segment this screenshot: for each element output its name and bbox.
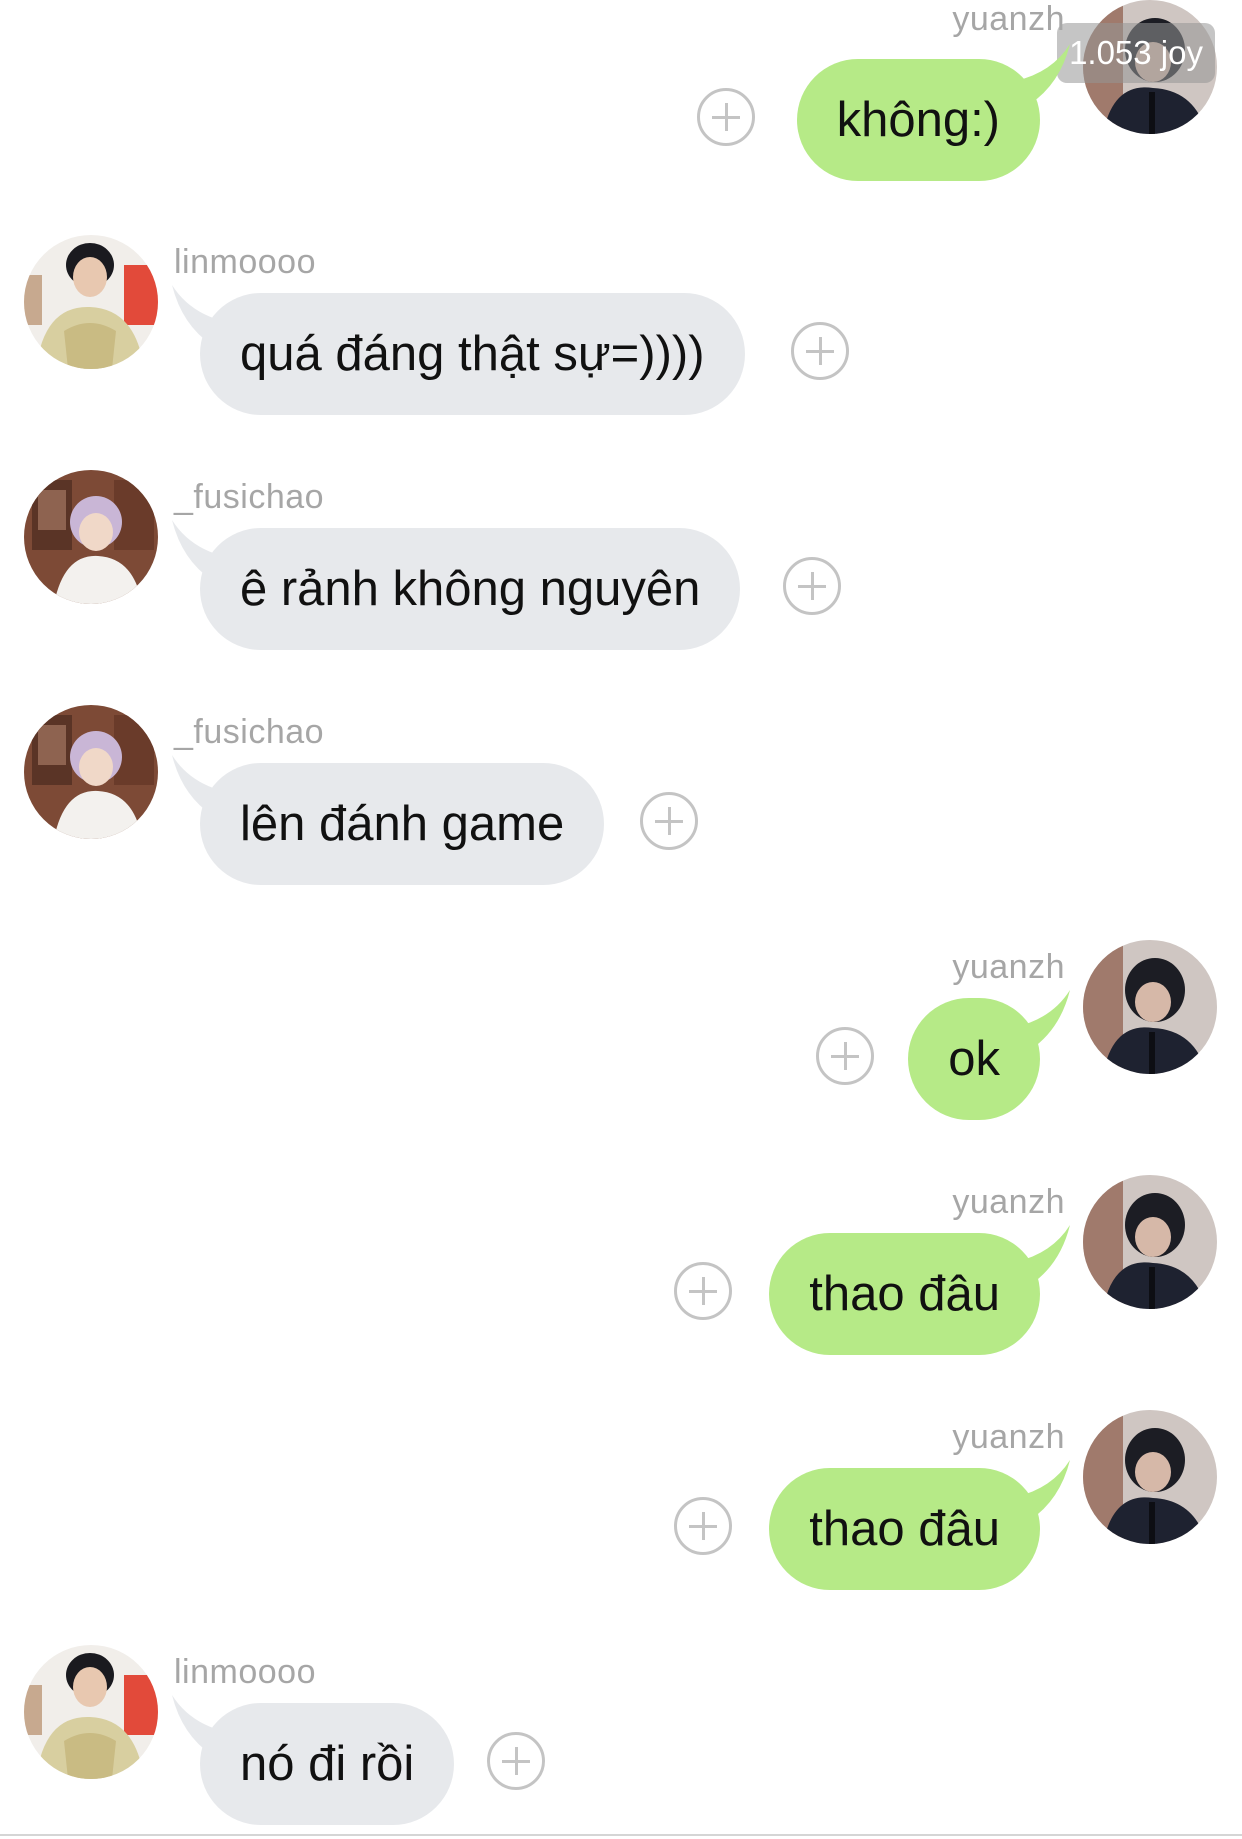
message-row: yuanzh thao đâu (0, 1410, 1242, 1590)
message-bubble[interactable]: không:) (796, 59, 1040, 181)
message-bubble[interactable]: thao đâu (769, 1233, 1040, 1355)
sender-name: yuanzh (952, 948, 1065, 986)
sender-name: yuanzh (952, 1418, 1065, 1456)
message-row: 1.053 joy yuanzh không:) (0, 0, 1242, 181)
avatar[interactable] (1083, 1410, 1217, 1544)
avatar-fusichao-image (24, 705, 158, 839)
avatar[interactable] (24, 470, 158, 604)
message-bubble[interactable]: thao đâu (769, 1468, 1040, 1590)
sender-name: _fusichao (174, 713, 325, 751)
chat-thread: 1.053 joy yuanzh không:) linmoooo quá đá… (0, 0, 1242, 1839)
avatar[interactable] (24, 1645, 158, 1779)
reaction-counter: 1.053 joy (1057, 23, 1215, 83)
avatar-yuanzh-image (1083, 1410, 1217, 1544)
sender-name: _fusichao (174, 478, 325, 516)
message-row: linmoooo quá đáng thật sự=)))) (0, 235, 1242, 415)
message-bubble[interactable]: nó đi rồi (200, 1703, 455, 1825)
avatar[interactable] (1083, 940, 1217, 1074)
message-row: _fusichao ê rảnh không nguyên (0, 470, 1242, 650)
sender-name: linmoooo (174, 243, 316, 281)
sender-name: yuanzh (952, 0, 1065, 38)
message-bubble[interactable]: ê rảnh không nguyên (200, 528, 741, 650)
avatar[interactable] (24, 705, 158, 839)
message-row: yuanzh ok (0, 940, 1242, 1120)
avatar-linmoooo-image (24, 1645, 158, 1779)
message-row: linmoooo nó đi rồi (0, 1645, 1242, 1825)
avatar-linmoooo-image (24, 235, 158, 369)
avatar[interactable] (1083, 1175, 1217, 1309)
plus-circle-icon[interactable] (674, 1262, 732, 1320)
message-bubble[interactable]: lên đánh game (200, 763, 605, 885)
avatar[interactable] (24, 235, 158, 369)
message-bubble[interactable]: ok (908, 998, 1040, 1120)
sender-name: linmoooo (174, 1653, 316, 1691)
avatar-yuanzh-image (1083, 940, 1217, 1074)
message-row: _fusichao lên đánh game (0, 705, 1242, 885)
message-bubble[interactable]: quá đáng thật sự=)))) (200, 293, 745, 415)
avatar-yuanzh-image (1083, 1175, 1217, 1309)
plus-circle-icon[interactable] (783, 557, 841, 615)
message-row: yuanzh thao đâu (0, 1175, 1242, 1355)
plus-circle-icon[interactable] (640, 792, 698, 850)
avatar-fusichao-image (24, 470, 158, 604)
plus-circle-icon[interactable] (816, 1027, 874, 1085)
plus-circle-icon[interactable] (697, 88, 755, 146)
plus-circle-icon[interactable] (487, 1732, 545, 1790)
plus-circle-icon[interactable] (791, 322, 849, 380)
plus-circle-icon[interactable] (674, 1497, 732, 1555)
divider (0, 1834, 1242, 1836)
sender-name: yuanzh (952, 1183, 1065, 1221)
